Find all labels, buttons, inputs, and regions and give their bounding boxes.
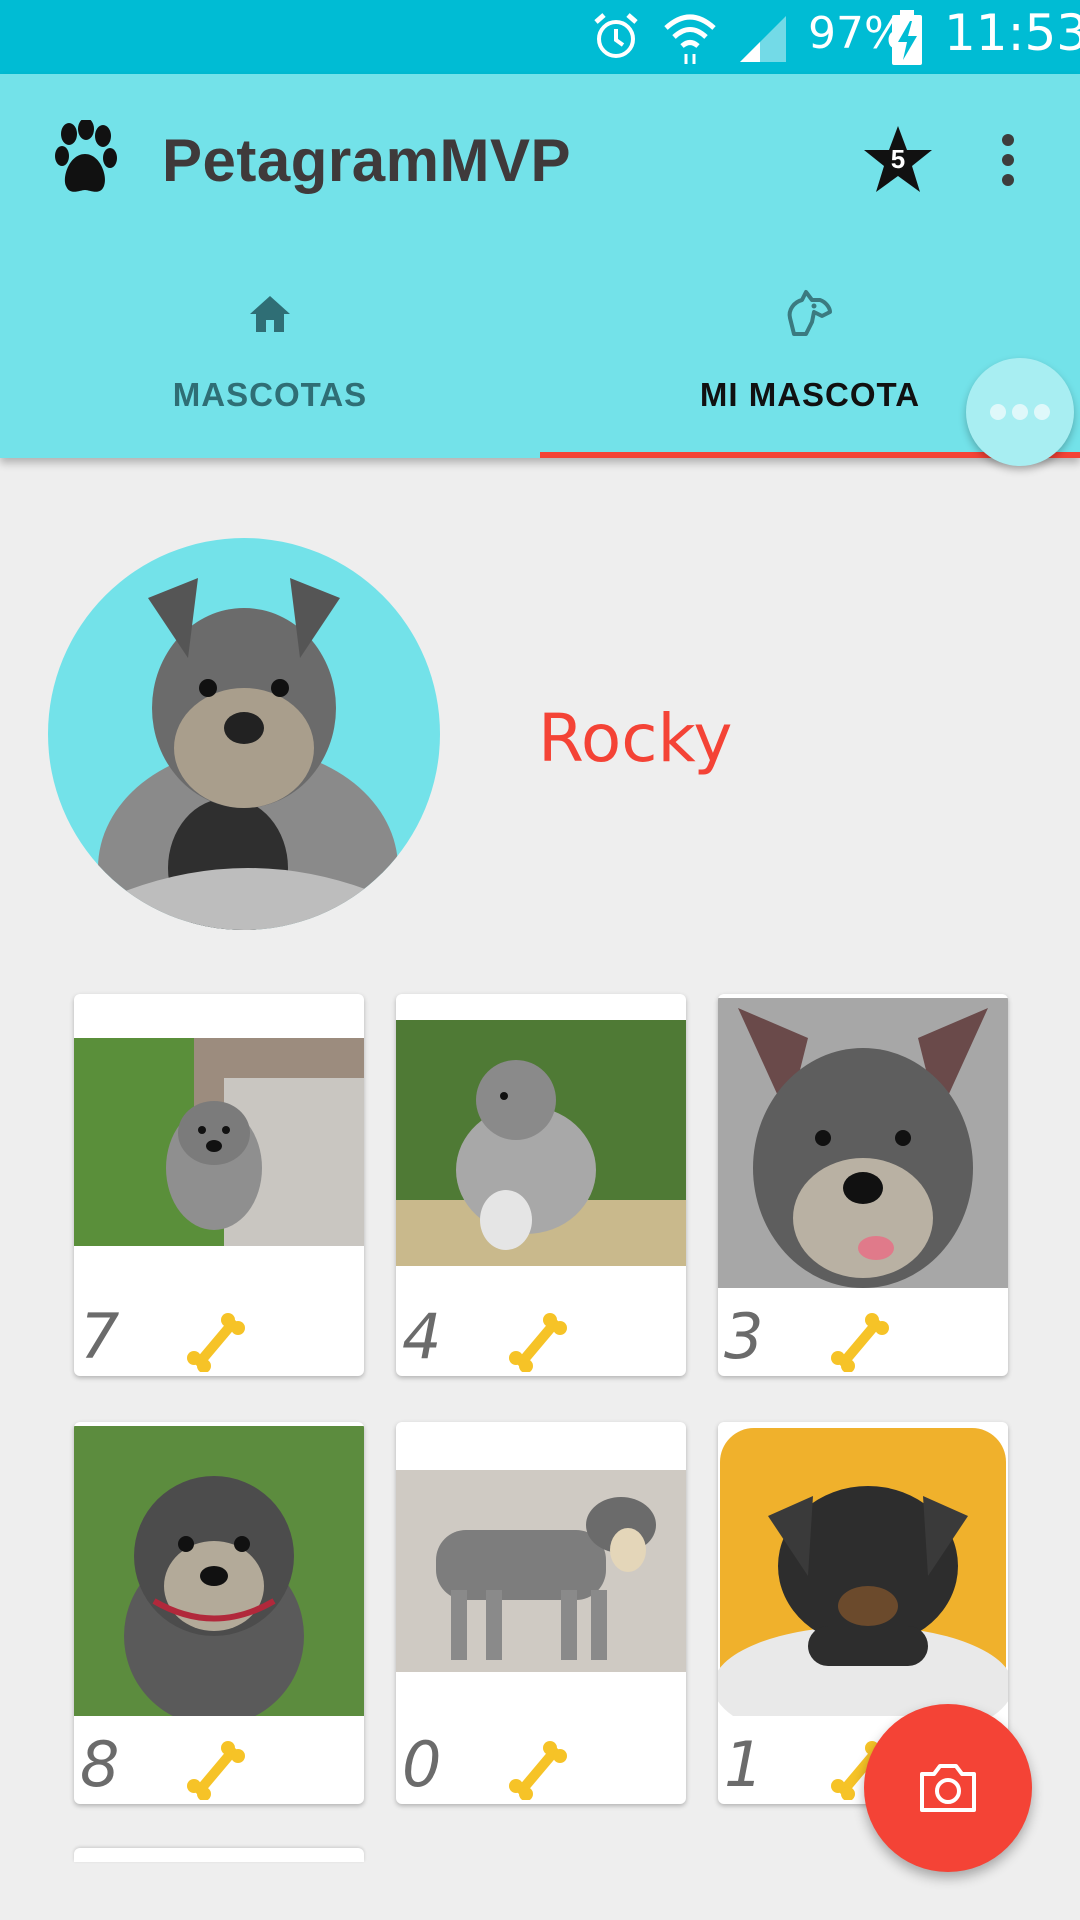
pet-photo [396, 1470, 686, 1672]
bone-icon[interactable] [508, 1740, 568, 1800]
clock: 11:53 [944, 4, 1080, 62]
likes-count: 8 [80, 1728, 120, 1801]
overflow-bubble[interactable] [966, 358, 1074, 466]
photo-card[interactable]: 0 [396, 1422, 686, 1804]
bone-icon[interactable] [186, 1740, 246, 1800]
app-bar: PetagramMVP 5 MASCOTAS MI MASCOTA [0, 74, 1080, 466]
signal-icon [740, 16, 786, 62]
pet-photo [718, 998, 1008, 1288]
favorites-badge: 5 [890, 144, 906, 174]
paw-icon [55, 120, 117, 192]
tab-mascotas[interactable]: MASCOTAS [0, 274, 540, 458]
camera-fab[interactable] [864, 1704, 1032, 1872]
tab-mascotas-label: MASCOTAS [172, 376, 368, 413]
likes-count: 4 [402, 1300, 442, 1373]
photo-card[interactable]: 3 [718, 994, 1008, 1376]
favorites-button[interactable]: 5 [862, 124, 934, 196]
battery-charging-icon [892, 10, 922, 65]
schnauzer-portrait [98, 578, 398, 930]
pet-photo [74, 1426, 364, 1716]
camera-icon [920, 1764, 976, 1812]
likes-count: 3 [724, 1300, 764, 1373]
home-icon [250, 296, 290, 332]
more-vert-icon[interactable] [996, 132, 1020, 188]
pet-photo [74, 1038, 364, 1246]
dog-icon [787, 290, 832, 336]
photo-card[interactable]: 7 [74, 994, 364, 1376]
pet-photo [396, 1020, 686, 1266]
bone-icon[interactable] [186, 1312, 246, 1372]
likes-count: 1 [724, 1728, 764, 1801]
bone-icon[interactable] [830, 1312, 890, 1372]
alarm-icon [594, 13, 638, 58]
pet-avatar [48, 538, 440, 930]
bone-icon[interactable] [508, 1312, 568, 1372]
likes-count: 0 [402, 1728, 442, 1801]
photo-card-partial[interactable] [74, 1848, 364, 1862]
pet-photo [718, 1426, 1008, 1716]
pet-name: Rocky [538, 700, 733, 777]
photo-card[interactable]: 8 [74, 1422, 364, 1804]
wifi-icon [664, 14, 716, 64]
photo-card[interactable]: 4 [396, 994, 686, 1376]
app-title: PetagramMVP [162, 127, 571, 194]
likes-count: 7 [80, 1300, 120, 1373]
status-bar: 97% 11:53 [0, 0, 1080, 74]
